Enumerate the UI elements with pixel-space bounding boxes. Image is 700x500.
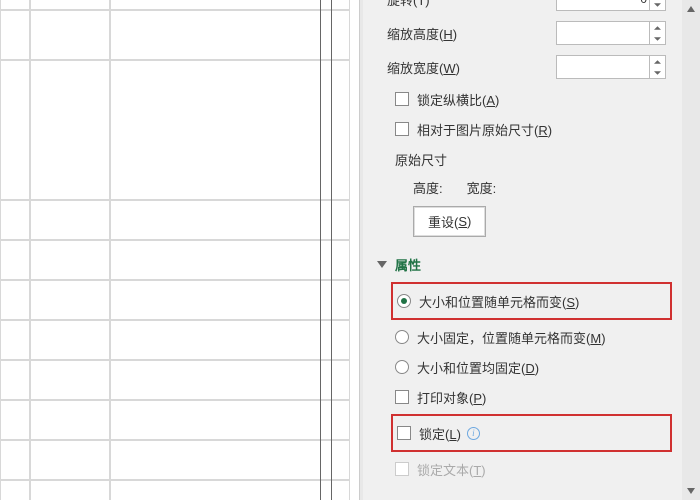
scale-width-label: 缩放宽度(W) bbox=[387, 58, 556, 77]
relative-original-checkbox[interactable] bbox=[395, 122, 409, 136]
highlight-move-size: 大小和位置随单元格而变(S) bbox=[391, 282, 672, 320]
properties-section-header[interactable]: 属性 bbox=[377, 255, 686, 274]
scale-height-row: 缩放高度(H) bbox=[387, 16, 686, 50]
original-size-label: 原始尺寸 bbox=[395, 144, 686, 174]
locked-row[interactable]: 锁定(L) i bbox=[397, 418, 666, 448]
scroll-down-icon[interactable] bbox=[682, 482, 700, 500]
orig-width-label: 宽度: bbox=[467, 178, 497, 197]
scale-height-spinner[interactable] bbox=[556, 21, 666, 45]
locked-text-checkbox bbox=[395, 462, 409, 476]
highlight-locked: 锁定(L) i bbox=[391, 414, 672, 452]
relative-original-row[interactable]: 相对于图片原始尺寸(R) bbox=[395, 114, 686, 144]
opt-fixed-row[interactable]: 大小和位置均固定(D) bbox=[395, 352, 686, 382]
info-icon[interactable]: i bbox=[467, 427, 480, 440]
opt-move-only-radio[interactable] bbox=[395, 330, 409, 344]
scroll-up-icon[interactable] bbox=[682, 0, 700, 18]
embedded-image-edge bbox=[320, 0, 332, 500]
spinner-down-icon[interactable] bbox=[650, 33, 665, 44]
locked-text-label: 锁定文本(T) bbox=[417, 460, 486, 479]
spinner-down-icon[interactable] bbox=[650, 0, 665, 10]
opt-move-size-row[interactable]: 大小和位置随单元格而变(S) bbox=[397, 286, 666, 316]
print-object-label: 打印对象(P) bbox=[417, 388, 486, 407]
vertical-scrollbar[interactable] bbox=[682, 0, 700, 500]
format-pane: 旋转(T) 0 缩放高度(H) 缩放宽度(W) bbox=[360, 0, 700, 500]
opt-move-size-radio[interactable] bbox=[397, 294, 411, 308]
lock-aspect-checkbox[interactable] bbox=[395, 92, 409, 106]
print-object-row[interactable]: 打印对象(P) bbox=[395, 382, 686, 412]
original-dims: 高度: 宽度: bbox=[413, 174, 686, 200]
orig-height-label: 高度: bbox=[413, 178, 443, 197]
relative-original-label: 相对于图片原始尺寸(R) bbox=[417, 120, 552, 139]
properties-title: 属性 bbox=[395, 255, 421, 274]
scale-width-spinner[interactable] bbox=[556, 55, 666, 79]
spreadsheet-grid bbox=[0, 0, 360, 500]
opt-fixed-label: 大小和位置均固定(D) bbox=[417, 358, 539, 377]
opt-move-size-label: 大小和位置随单元格而变(S) bbox=[419, 292, 579, 311]
format-pane-window: 旋转(T) 0 缩放高度(H) 缩放宽度(W) bbox=[0, 0, 700, 500]
opt-move-only-row[interactable]: 大小固定，位置随单元格而变(M) bbox=[395, 322, 686, 352]
spinner-down-icon[interactable] bbox=[650, 67, 665, 78]
locked-label: 锁定(L) bbox=[419, 424, 461, 443]
spinner-up-icon[interactable] bbox=[650, 22, 665, 33]
print-object-checkbox[interactable] bbox=[395, 390, 409, 404]
opt-fixed-radio[interactable] bbox=[395, 360, 409, 374]
rotate-label: 旋转(T) bbox=[387, 0, 556, 9]
lock-aspect-row[interactable]: 锁定纵横比(A) bbox=[395, 84, 686, 114]
scale-width-row: 缩放宽度(W) bbox=[387, 50, 686, 84]
reset-button[interactable]: 重设(S) bbox=[413, 206, 486, 237]
rotate-row: 旋转(T) 0 bbox=[387, 0, 686, 16]
opt-move-only-label: 大小固定，位置随单元格而变(M) bbox=[417, 328, 606, 347]
rotate-spinner[interactable]: 0 bbox=[556, 0, 666, 11]
collapse-icon bbox=[377, 261, 387, 268]
locked-text-row: 锁定文本(T) bbox=[395, 454, 686, 484]
locked-checkbox[interactable] bbox=[397, 426, 411, 440]
lock-aspect-label: 锁定纵横比(A) bbox=[417, 90, 499, 109]
scale-height-label: 缩放高度(H) bbox=[387, 24, 556, 43]
spinner-up-icon[interactable] bbox=[650, 56, 665, 67]
